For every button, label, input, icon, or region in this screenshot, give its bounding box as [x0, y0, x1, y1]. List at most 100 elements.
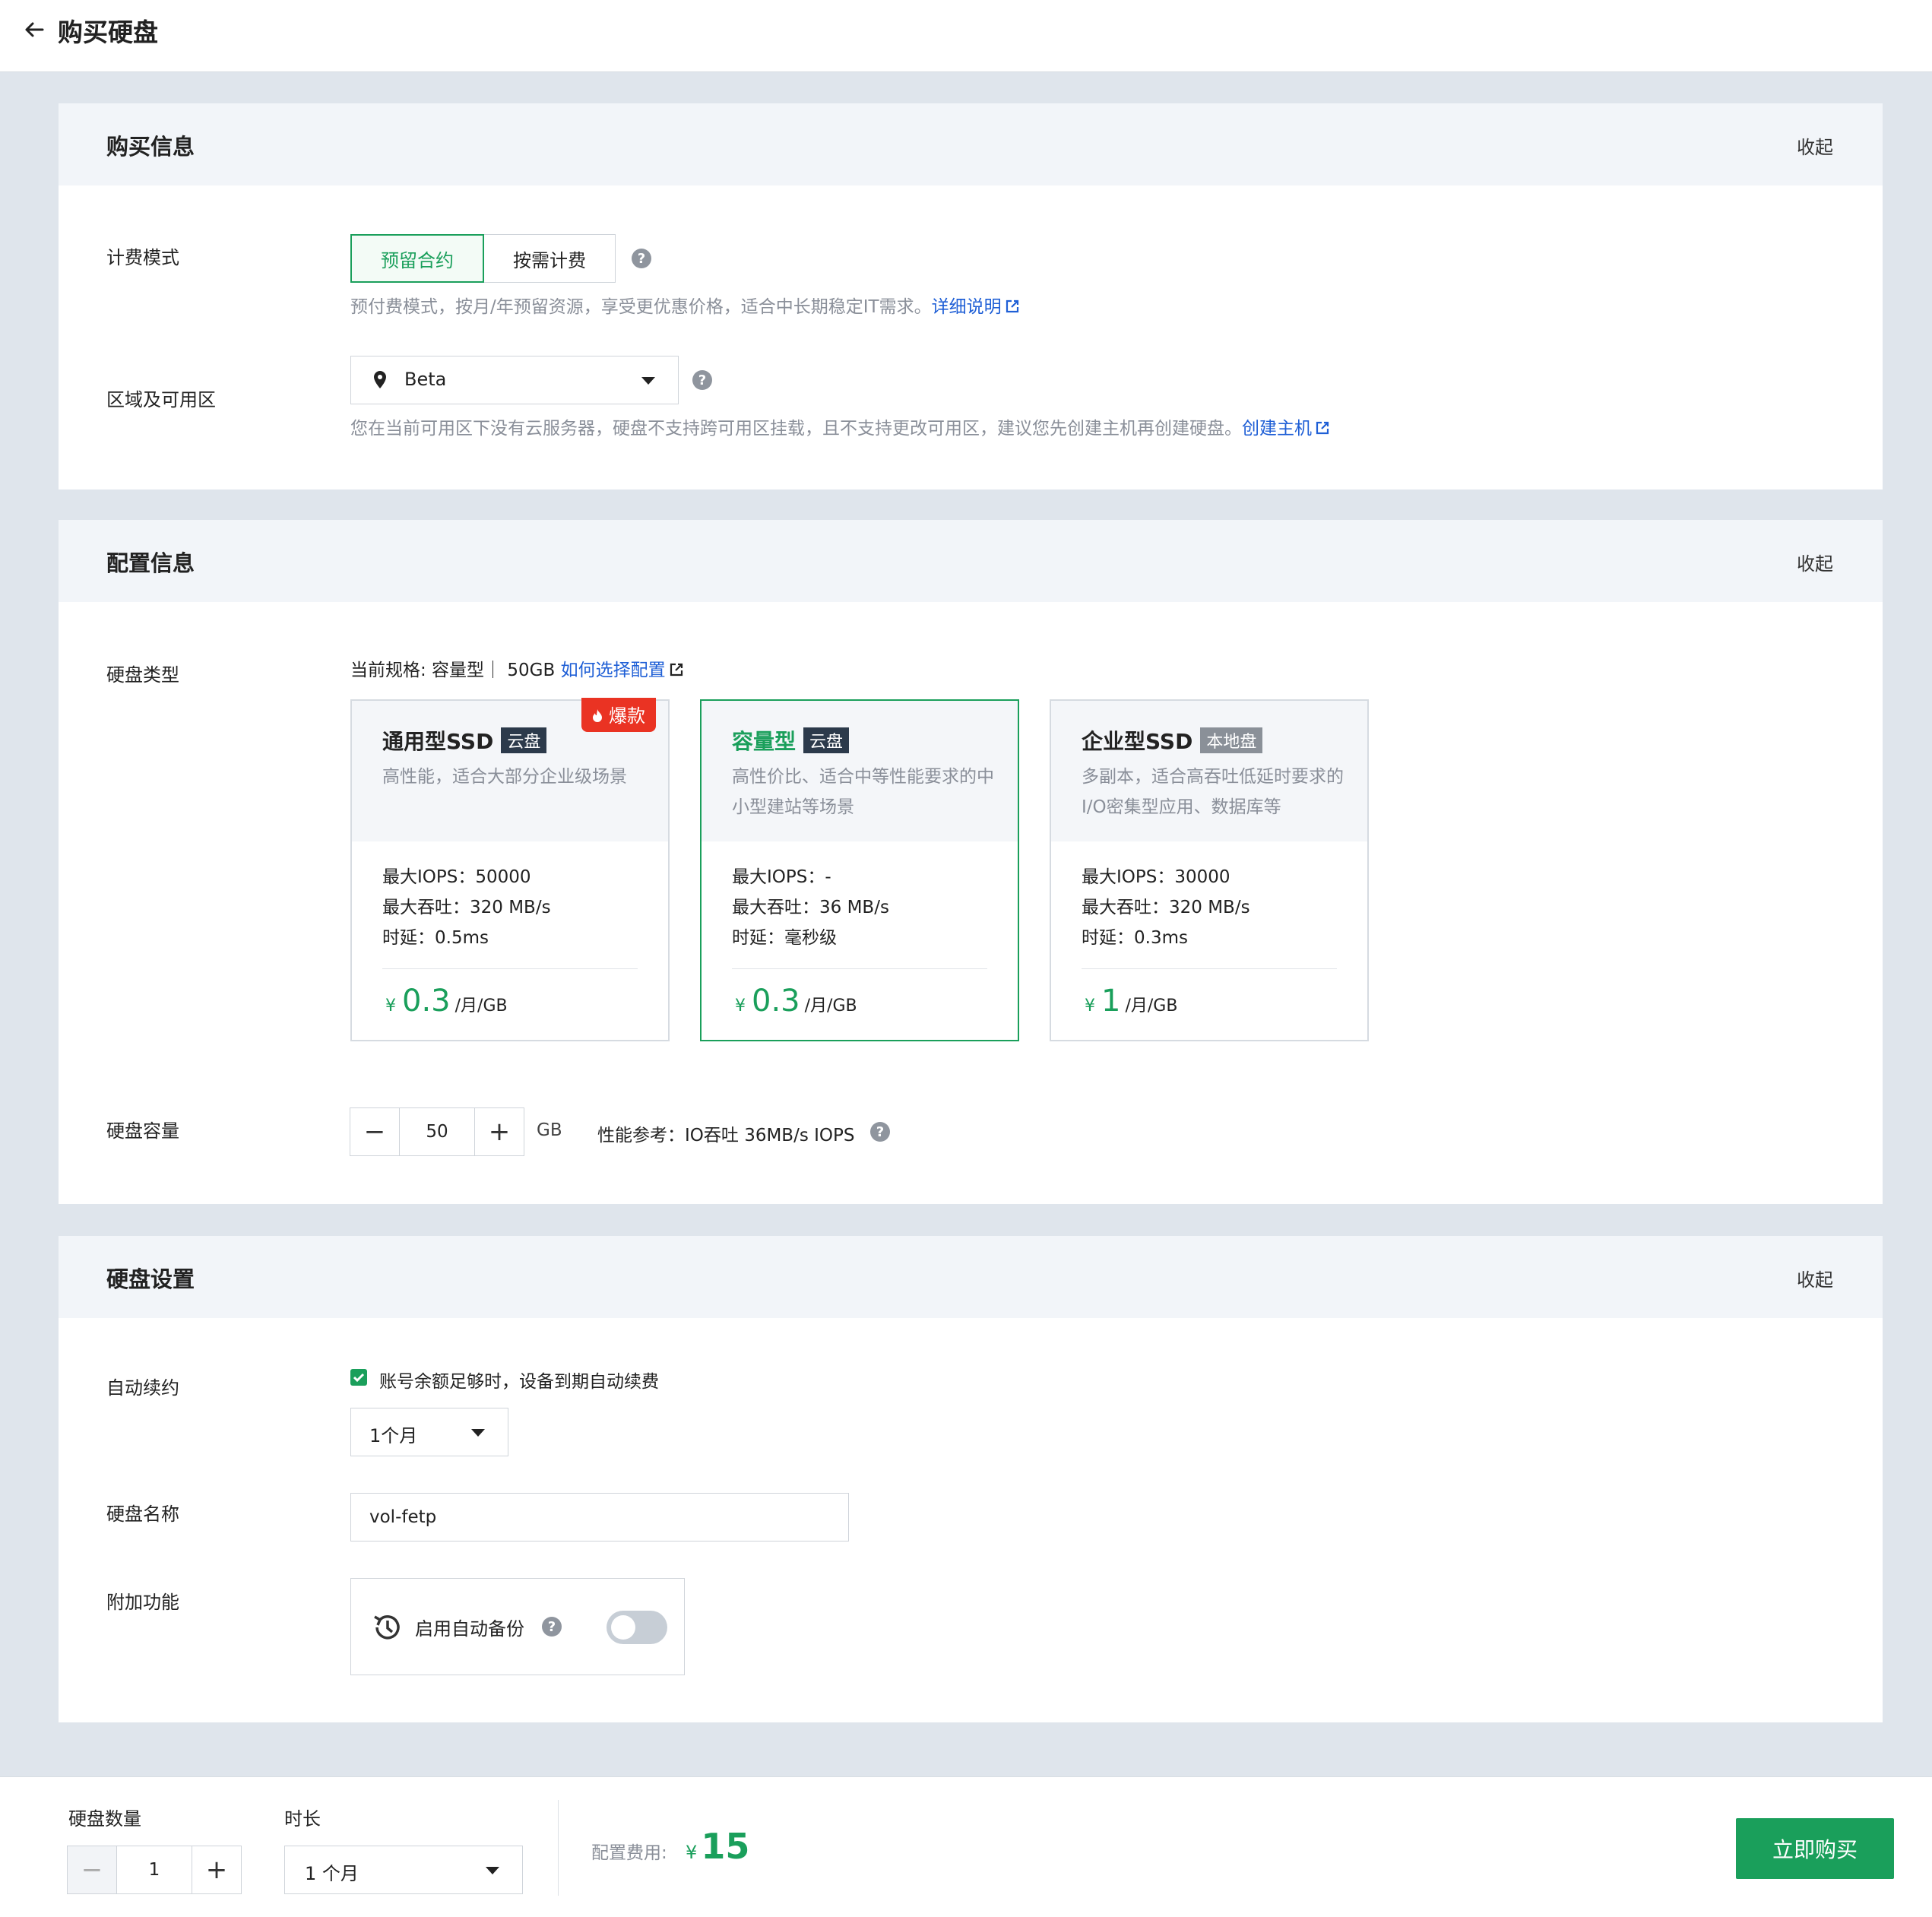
- purchase-footer: 硬盘数量 − 1 + 时长 1 个月 配置费用: ¥ 15 立即购买: [0, 1776, 1932, 1917]
- auto-renew-checkbox[interactable]: [350, 1369, 367, 1386]
- create-host-link[interactable]: 创建主机: [1242, 419, 1312, 439]
- disk-option-general-ssd[interactable]: 爆款 通用型SSD 云盘 高性能，适合大部分企业级场景 最大IOPS：50000 …: [350, 698, 670, 1041]
- card-title: 硬盘设置: [106, 1266, 195, 1292]
- disk-throughput: 最大吞吐：320 MB/s: [382, 898, 551, 917]
- collapse-button[interactable]: 收起: [1797, 549, 1833, 575]
- card-title: 配置信息: [106, 550, 195, 576]
- region-hint-text: 您在当前可用区下没有云服务器，硬盘不支持跨可用区挂载，且不支持更改可用区，建议您…: [350, 419, 1242, 439]
- flame-icon: [593, 709, 602, 722]
- help-icon[interactable]: ?: [870, 1122, 890, 1142]
- disk-option-name: 通用型SSD 云盘: [382, 725, 547, 756]
- region-label: 区域及可用区: [106, 389, 216, 410]
- collapse-button[interactable]: 收起: [1797, 132, 1833, 159]
- disk-description: 高性价比、适合中等性能要求的中小型建站等场景: [732, 767, 994, 817]
- disk-throughput: 最大吞吐：36 MB/s: [732, 898, 889, 917]
- billing-option-on-demand[interactable]: 按需计费: [484, 234, 616, 283]
- quantity-input[interactable]: 1: [116, 1846, 192, 1893]
- disk-settings-card: 硬盘设置 收起 自动续约 账号余额足够时，设备到期自动续费 1个月 硬盘名称 v…: [59, 1236, 1883, 1722]
- help-icon[interactable]: ?: [542, 1617, 562, 1637]
- fee-currency: ¥: [686, 1842, 698, 1863]
- minus-button[interactable]: −: [68, 1846, 116, 1893]
- hot-badge: 爆款: [581, 698, 656, 732]
- disk-tag: 本地盘: [1200, 727, 1263, 753]
- disk-throughput: 最大吞吐：320 MB/s: [1082, 898, 1250, 917]
- price-value: 0.3: [752, 984, 800, 1019]
- disk-tag: 云盘: [501, 727, 547, 753]
- purchase-info-card: 购买信息 收起 计费模式 预留合约 按需计费 ? 预付费模式，按月/年预留资源，…: [59, 103, 1883, 490]
- fee-label: 配置费用:: [591, 1843, 667, 1863]
- card-header: 硬盘设置 收起: [59, 1236, 1883, 1318]
- disk-latency: 时延：0.5ms: [382, 928, 489, 948]
- duration-value: 1 个月: [305, 1863, 359, 1884]
- price-currency: ¥: [1085, 997, 1095, 1016]
- price-value: 1: [1101, 984, 1121, 1019]
- divider: [558, 1800, 559, 1896]
- region-select[interactable]: Beta: [350, 356, 679, 404]
- current-spec-text: 当前规格: 容量型｜ 50GB: [350, 661, 556, 680]
- auto-backup-text: 启用自动备份: [415, 1618, 524, 1640]
- price-unit: /月/GB: [454, 997, 508, 1016]
- quantity-label: 硬盘数量: [68, 1808, 141, 1830]
- disk-iops: 最大IOPS：30000: [1082, 867, 1230, 887]
- plus-button[interactable]: +: [475, 1108, 524, 1155]
- divider: [732, 968, 987, 969]
- billing-option-reserved[interactable]: 预留合约: [350, 234, 484, 283]
- disk-latency: 时延：毫秒级: [732, 928, 837, 948]
- billing-hint-text: 预付费模式，按月/年预留资源，享受更优惠价格，适合中长期稳定IT需求。: [350, 297, 932, 317]
- capacity-stepper: − 50 +: [350, 1107, 524, 1156]
- disk-iops: 最大IOPS：-: [732, 867, 831, 887]
- help-icon[interactable]: ?: [692, 370, 712, 390]
- page-title: 购买硬盘: [58, 17, 158, 47]
- capacity-input[interactable]: 50: [399, 1108, 475, 1155]
- collapse-button[interactable]: 收起: [1797, 1265, 1833, 1291]
- external-link-icon: [670, 663, 683, 676]
- capacity-unit: GB: [537, 1120, 562, 1140]
- card-title: 购买信息: [106, 134, 195, 160]
- disk-name-input[interactable]: vol-fetp: [350, 1493, 849, 1542]
- auto-renew-text: 账号余额足够时，设备到期自动续费: [379, 1372, 659, 1392]
- top-bar: 购买硬盘: [0, 0, 1932, 72]
- location-pin-icon: [374, 371, 386, 388]
- divider: [382, 968, 638, 969]
- billing-mode-label: 计费模式: [106, 247, 179, 268]
- quantity-stepper: − 1 +: [67, 1846, 242, 1894]
- history-icon: [374, 1615, 400, 1640]
- renew-period-value: 1个月: [369, 1425, 418, 1446]
- duration-label: 时长: [284, 1808, 321, 1830]
- toggle-knob: [611, 1615, 635, 1640]
- spec-guide-link[interactable]: 如何选择配置: [561, 661, 666, 680]
- auto-renew-label: 自动续约: [106, 1377, 179, 1399]
- performance-reference: 性能参考：IO吞吐 36MB/s IOPS: [597, 1126, 855, 1145]
- disk-option-name: 企业型SSD 本地盘: [1082, 725, 1263, 756]
- buy-now-button[interactable]: 立即购买: [1736, 1818, 1894, 1879]
- region-hint: 您在当前可用区下没有云服务器，硬盘不支持跨可用区挂载，且不支持更改可用区，建议您…: [350, 414, 1330, 439]
- renew-period-select[interactable]: 1个月: [350, 1408, 508, 1456]
- help-icon[interactable]: ?: [632, 249, 651, 268]
- current-spec: 当前规格: 容量型｜ 50GB 如何选择配置: [350, 655, 684, 681]
- billing-detail-link[interactable]: 详细说明: [932, 297, 1002, 317]
- chevron-down-icon: [471, 1429, 485, 1437]
- disk-description: 多副本，适合高吞吐低延时要求的I/O密集型应用、数据库等: [1082, 767, 1344, 817]
- arrow-left-icon[interactable]: [21, 17, 47, 43]
- check-icon: [353, 1373, 365, 1383]
- hot-badge-label: 爆款: [609, 705, 645, 727]
- chevron-down-icon: [641, 377, 655, 385]
- price-currency: ¥: [385, 997, 396, 1016]
- billing-mode-toggle: 预留合约 按需计费: [350, 234, 616, 283]
- plus-button[interactable]: +: [192, 1846, 241, 1893]
- duration-select[interactable]: 1 个月: [284, 1846, 523, 1894]
- minus-button[interactable]: −: [350, 1108, 399, 1155]
- card-header: 购买信息 收起: [59, 103, 1883, 185]
- fee-value: 15: [701, 1826, 750, 1867]
- divider: [1082, 968, 1337, 969]
- auto-backup-toggle[interactable]: [607, 1611, 667, 1644]
- disk-option-capacity[interactable]: 容量型 云盘 高性价比、适合中等性能要求的中小型建站等场景 最大IOPS：- 最大…: [700, 699, 1019, 1041]
- region-value: Beta: [404, 369, 447, 390]
- disk-price: ¥1/月/GB: [1085, 984, 1177, 1019]
- disk-option-name: 容量型 云盘: [732, 725, 850, 756]
- disk-price: ¥0.3/月/GB: [735, 984, 857, 1019]
- external-link-icon: [1316, 421, 1329, 435]
- disk-option-enterprise-ssd[interactable]: 企业型SSD 本地盘 多副本，适合高吞吐低延时要求的I/O密集型应用、数据库等 最…: [1050, 699, 1369, 1041]
- disk-name-text: 企业型SSD: [1082, 729, 1193, 754]
- card-header: 配置信息 收起: [59, 520, 1883, 602]
